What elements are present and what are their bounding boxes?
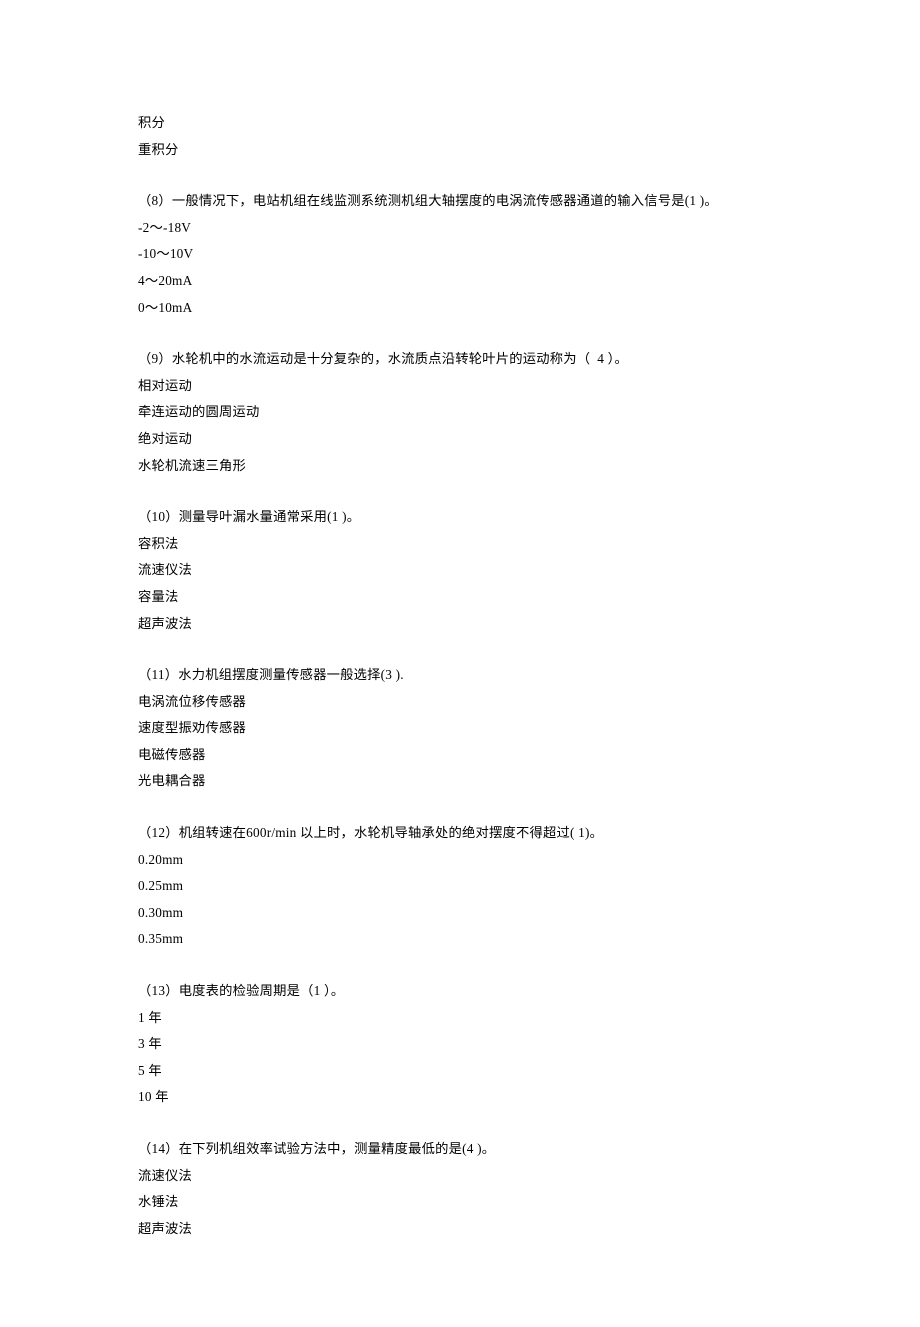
question-option: 容积法 xyxy=(138,531,782,558)
question-option: 电磁传感器 xyxy=(138,742,782,769)
question-option: 4～20mA xyxy=(138,268,782,295)
question-option: 流速仪法 xyxy=(138,1163,782,1190)
question-option: -10～10V xyxy=(138,241,782,268)
question-option: 超声波法 xyxy=(138,1216,782,1243)
document-page: 积分 重积分 （8）一般情况下，电站机组在线监测系统测机组大轴摆度的电涡流传感器… xyxy=(0,0,920,1327)
question-option: 光电耦合器 xyxy=(138,768,782,795)
preamble-line: 积分 xyxy=(138,110,782,137)
question-block: （9）水轮机中的水流运动是十分复杂的，水流质点沿转轮叶片的运动称为（ 4 ）。 … xyxy=(138,346,782,479)
question-stem: （8）一般情况下，电站机组在线监测系统测机组大轴摆度的电涡流传感器通道的输入信号… xyxy=(138,188,782,215)
question-option: 0.20mm xyxy=(138,847,782,874)
question-option: 3 年 xyxy=(138,1031,782,1058)
question-stem: （10）测量导叶漏水量通常采用(1 )。 xyxy=(138,504,782,531)
question-stem: （9）水轮机中的水流运动是十分复杂的，水流质点沿转轮叶片的运动称为（ 4 ）。 xyxy=(138,346,782,373)
question-option: 流速仪法 xyxy=(138,557,782,584)
question-stem: （12）机组转速在600r/min 以上时，水轮机导轴承处的绝对摆度不得超过( … xyxy=(138,820,782,847)
question-stem: （14）在下列机组效率试验方法中，测量精度最低的是(4 )。 xyxy=(138,1136,782,1163)
question-option: 电涡流位移传感器 xyxy=(138,689,782,716)
question-option: 容量法 xyxy=(138,584,782,611)
question-option: 速度型振劝传感器 xyxy=(138,715,782,742)
question-option: 0.30mm xyxy=(138,900,782,927)
question-option: 牵连运动的圆周运动 xyxy=(138,399,782,426)
question-option: 绝对运动 xyxy=(138,426,782,453)
question-option: 0.25mm xyxy=(138,873,782,900)
question-option: 超声波法 xyxy=(138,611,782,638)
question-option: 5 年 xyxy=(138,1058,782,1085)
question-block: （14）在下列机组效率试验方法中，测量精度最低的是(4 )。 流速仪法 水锤法 … xyxy=(138,1136,782,1242)
question-stem: （13）电度表的检验周期是（1 ）。 xyxy=(138,978,782,1005)
question-option: -2～-18V xyxy=(138,215,782,242)
question-block: （8）一般情况下，电站机组在线监测系统测机组大轴摆度的电涡流传感器通道的输入信号… xyxy=(138,188,782,321)
question-option: 相对运动 xyxy=(138,373,782,400)
preamble-block: 积分 重积分 xyxy=(138,110,782,163)
question-option: 1 年 xyxy=(138,1005,782,1032)
question-stem: （11）水力机组摆度测量传感器一般选择(3 ). xyxy=(138,662,782,689)
question-block: （13）电度表的检验周期是（1 ）。 1 年 3 年 5 年 10 年 xyxy=(138,978,782,1111)
question-block: （11）水力机组摆度测量传感器一般选择(3 ). 电涡流位移传感器 速度型振劝传… xyxy=(138,662,782,795)
question-option: 水锤法 xyxy=(138,1189,782,1216)
question-block: （12）机组转速在600r/min 以上时，水轮机导轴承处的绝对摆度不得超过( … xyxy=(138,820,782,953)
question-option: 0～10mA xyxy=(138,295,782,322)
question-option: 0.35mm xyxy=(138,926,782,953)
question-option: 10 年 xyxy=(138,1084,782,1111)
preamble-line: 重积分 xyxy=(138,137,782,164)
question-option: 水轮机流速三角形 xyxy=(138,453,782,480)
question-block: （10）测量导叶漏水量通常采用(1 )。 容积法 流速仪法 容量法 超声波法 xyxy=(138,504,782,637)
